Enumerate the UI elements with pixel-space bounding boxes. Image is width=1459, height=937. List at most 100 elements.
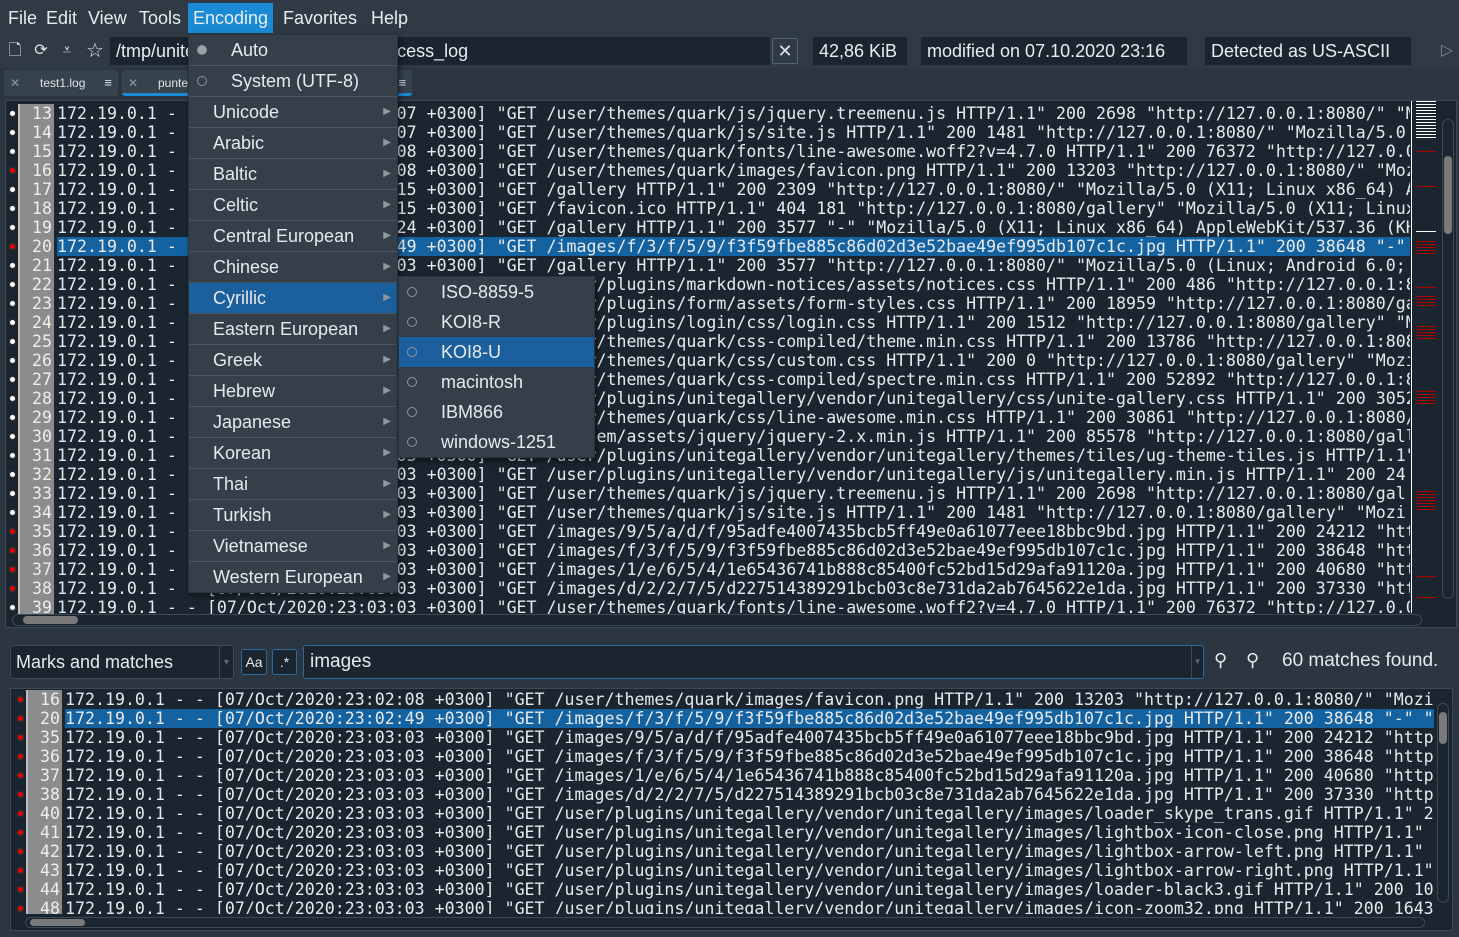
mark-dot-icon[interactable] <box>9 243 16 250</box>
reload-file-icon[interactable]: ⟳ <box>30 40 52 62</box>
mark-dot-icon[interactable] <box>9 300 16 307</box>
scrollbar-thumb[interactable] <box>23 616 78 624</box>
find-next-icon[interactable]: ⚲ <box>1246 650 1259 671</box>
mark-dot-icon[interactable] <box>17 734 24 741</box>
menu-item-macintosh[interactable]: macintosh <box>399 367 594 397</box>
mark-dot-icon[interactable] <box>9 471 16 478</box>
mark-dot-icon[interactable] <box>9 110 16 117</box>
menu-item-system-utf-8-[interactable]: System (UTF-8) <box>189 66 397 96</box>
menu-item-celtic[interactable]: Celtic ▶ <box>189 190 397 220</box>
filter-icon[interactable]: ⩡ <box>56 40 78 62</box>
search-input[interactable]: images ▼ <box>303 645 1204 679</box>
mark-dot-icon[interactable] <box>9 129 16 136</box>
mark-dot-icon[interactable] <box>9 547 16 554</box>
mark-dot-icon[interactable] <box>9 566 16 573</box>
mark-dot-icon[interactable] <box>9 262 16 269</box>
mark-dot-icon[interactable] <box>9 186 16 193</box>
match-case-button[interactable]: Aa <box>241 649 267 675</box>
mark-dot-icon[interactable] <box>9 224 16 231</box>
menu-item-baltic[interactable]: Baltic ▶ <box>189 159 397 189</box>
mark-dot-icon[interactable] <box>17 810 24 817</box>
menu-item-central-european[interactable]: Central European ▶ <box>189 221 397 251</box>
mark-dot-icon[interactable] <box>9 414 16 421</box>
mark-dot-icon[interactable] <box>9 376 16 383</box>
find-previous-icon[interactable]: ⚲ <box>1214 650 1227 671</box>
menu-tools[interactable]: Tools <box>134 3 186 33</box>
menu-item-greek[interactable]: Greek ▶ <box>189 345 397 375</box>
menu-edit[interactable]: Edit <box>41 3 82 33</box>
log-line[interactable]: 37 172.19.0.1 - - [07/Oct/2020:23:03:03 +… <box>14 766 1434 785</box>
menu-item-korean[interactable]: Korean ▶ <box>189 438 397 468</box>
mark-dot-icon[interactable] <box>9 528 16 535</box>
vertical-scrollbar[interactable] <box>1437 703 1449 903</box>
search-scope-dropdown[interactable]: Marks and matches ▼ <box>10 645 234 679</box>
mark-dot-icon[interactable] <box>9 205 16 212</box>
mark-dot-icon[interactable] <box>9 395 16 402</box>
vertical-scrollbar[interactable] <box>1442 119 1454 599</box>
mark-dot-icon[interactable] <box>17 772 24 779</box>
menu-help[interactable]: Help <box>366 3 413 33</box>
log-line[interactable]: 36 172.19.0.1 - - [07/Oct/2020:23:03:03 +… <box>14 747 1434 766</box>
menu-item-western-european[interactable]: Western European ▶ <box>189 562 397 592</box>
mark-dot-icon[interactable] <box>17 791 24 798</box>
menu-icon[interactable]: ≡ <box>104 70 112 96</box>
clear-icon[interactable]: ✕ <box>772 38 798 64</box>
mark-dot-icon[interactable] <box>17 715 24 722</box>
mark-dot-icon[interactable] <box>17 886 24 893</box>
menu-item-windows-1251[interactable]: windows-1251 <box>399 427 594 457</box>
mark-dot-icon[interactable] <box>17 905 24 912</box>
favorite-star-icon[interactable]: ☆ <box>84 40 106 62</box>
mark-dot-icon[interactable] <box>17 848 24 855</box>
menu-item-arabic[interactable]: Arabic ▶ <box>189 128 397 158</box>
menu-item-ibm866[interactable]: IBM866 <box>399 397 594 427</box>
match-overview[interactable] <box>1411 101 1439 613</box>
log-line[interactable]: 41 172.19.0.1 - - [07/Oct/2020:23:03:03 +… <box>14 823 1434 842</box>
chevron-down-icon[interactable]: ▼ <box>1191 646 1203 678</box>
log-line[interactable]: 48 172.19.0.1 - - [07/Oct/2020:23:03:03 +… <box>14 899 1434 914</box>
log-line[interactable]: 38 172.19.0.1 - - [07/Oct/2020:23:03:03 +… <box>14 785 1434 804</box>
menu-item-koi8-u[interactable]: KOI8-U <box>399 337 594 367</box>
mark-dot-icon[interactable] <box>17 696 24 703</box>
next-arrow-icon[interactable]: ▷ <box>1436 40 1458 62</box>
log-line[interactable]: 42 172.19.0.1 - - [07/Oct/2020:23:03:03 +… <box>14 842 1434 861</box>
menu-item-japanese[interactable]: Japanese ▶ <box>189 407 397 437</box>
log-line[interactable]: 43 172.19.0.1 - - [07/Oct/2020:23:03:03 +… <box>14 861 1434 880</box>
log-line[interactable]: 35 172.19.0.1 - - [07/Oct/2020:23:03:03 +… <box>14 728 1434 747</box>
mark-dot-icon[interactable] <box>9 585 16 592</box>
menu-favorites[interactable]: Favorites <box>278 3 362 33</box>
close-icon[interactable]: ✕ <box>128 70 138 96</box>
log-line[interactable]: 39 172.19.0.1 - - [07/Oct/2020:23:03:03 +… <box>6 598 1410 614</box>
menu-item-thai[interactable]: Thai ▶ <box>189 469 397 499</box>
menu-item-chinese[interactable]: Chinese ▶ <box>189 252 397 282</box>
mark-dot-icon[interactable] <box>9 509 16 516</box>
menu-icon[interactable]: ≡ <box>398 70 406 96</box>
menu-item-koi8-r[interactable]: KOI8-R <box>399 307 594 337</box>
horizontal-scrollbar[interactable] <box>12 614 1422 626</box>
close-icon[interactable]: ✕ <box>10 70 20 96</box>
mark-dot-icon[interactable] <box>9 490 16 497</box>
menu-item-iso-8859-5[interactable]: ISO-8859-5 <box>399 277 594 307</box>
matches-view[interactable]: 16 172.19.0.1 - - [07/Oct/2020:23:02:08 +… <box>10 688 1453 931</box>
mark-dot-icon[interactable] <box>9 604 16 611</box>
mark-dot-icon[interactable] <box>9 148 16 155</box>
mark-dot-icon[interactable] <box>9 357 16 364</box>
log-line[interactable]: 20 172.19.0.1 - - [07/Oct/2020:23:02:49 +… <box>14 709 1434 728</box>
scrollbar-thumb[interactable] <box>30 919 85 926</box>
menu-view[interactable]: View <box>83 3 132 33</box>
horizontal-scrollbar[interactable] <box>25 917 1425 928</box>
mark-dot-icon[interactable] <box>9 452 16 459</box>
log-line[interactable]: 16 172.19.0.1 - - [07/Oct/2020:23:02:08 +… <box>14 690 1434 709</box>
menu-item-hebrew[interactable]: Hebrew ▶ <box>189 376 397 406</box>
mark-dot-icon[interactable] <box>17 753 24 760</box>
mark-dot-icon[interactable] <box>9 319 16 326</box>
log-line[interactable]: 44 172.19.0.1 - - [07/Oct/2020:23:03:03 +… <box>14 880 1434 899</box>
menu-item-eastern-european[interactable]: Eastern European ▶ <box>189 314 397 344</box>
open-file-icon[interactable]: 🗋 <box>4 40 26 62</box>
splitter-handle[interactable] <box>0 630 1459 640</box>
log-line[interactable]: 40 172.19.0.1 - - [07/Oct/2020:23:03:03 +… <box>14 804 1434 823</box>
menu-item-cyrillic[interactable]: Cyrillic ▶ <box>189 283 397 313</box>
regex-button[interactable]: .* <box>272 649 297 675</box>
tab-test1-log[interactable]: ✕ test1.log ≡ <box>4 70 118 96</box>
scrollbar-thumb[interactable] <box>1444 156 1452 234</box>
mark-dot-icon[interactable] <box>9 433 16 440</box>
